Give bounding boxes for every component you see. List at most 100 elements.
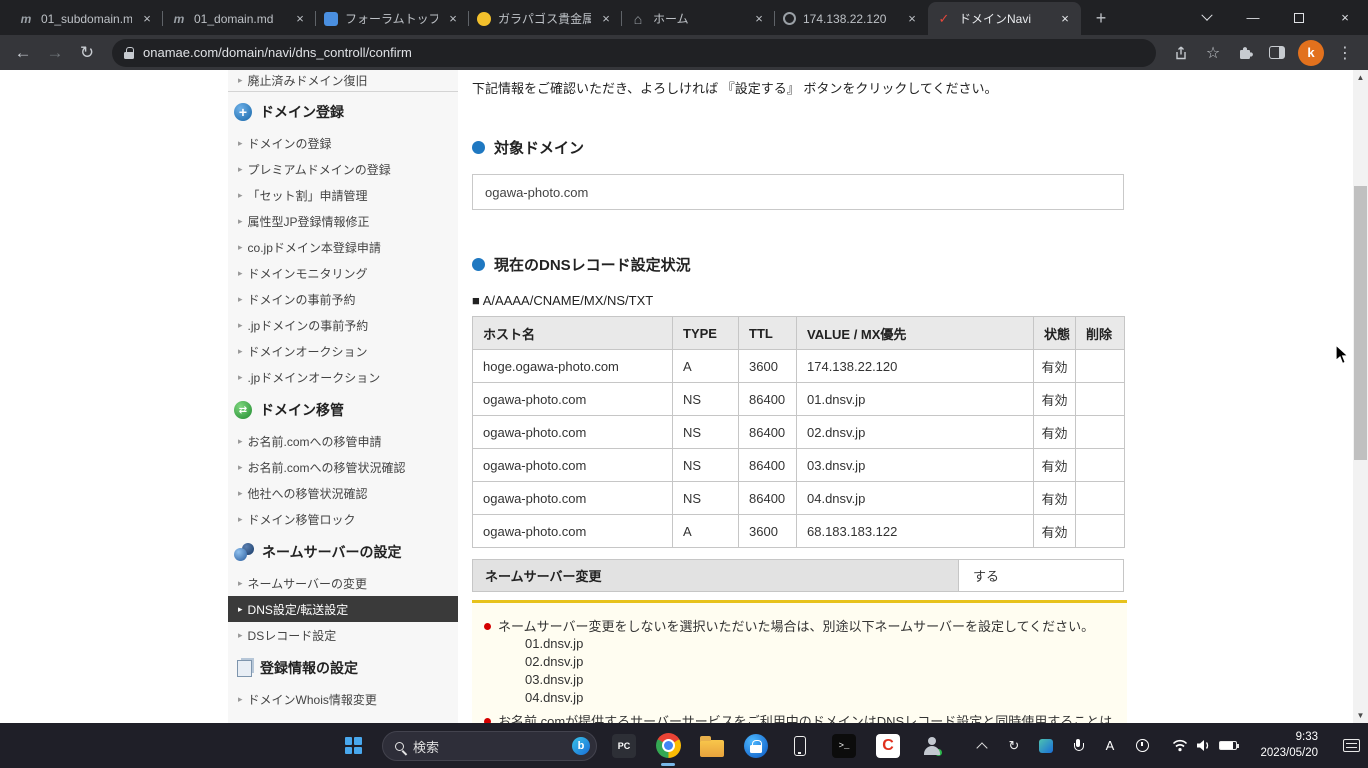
- sidebar-item-label: お名前.comへの移管状況確認: [248, 459, 406, 476]
- section-title-label: 対象ドメイン: [494, 137, 584, 158]
- close-icon[interactable]: ×: [292, 11, 308, 27]
- taskbar-app-lock[interactable]: [734, 723, 778, 768]
- menu-kebab-icon[interactable]: ⋮: [1330, 38, 1360, 68]
- taskbar-app-c[interactable]: C: [866, 723, 910, 768]
- sidebar-item[interactable]: ▸ドメインオークション: [228, 338, 458, 364]
- forward-button[interactable]: →: [40, 38, 70, 68]
- blue-bullet-icon: [472, 258, 485, 271]
- start-button[interactable]: [332, 723, 374, 768]
- new-tab-button[interactable]: +: [1087, 4, 1115, 32]
- refresh-button[interactable]: ↻: [72, 38, 102, 68]
- close-icon[interactable]: ×: [1057, 11, 1073, 27]
- taskbar-app-contacts[interactable]: [910, 723, 954, 768]
- tab-domain-navi[interactable]: ドメインNavi ×: [928, 2, 1081, 35]
- cell-value: 01.dnsv.jp: [797, 383, 1034, 416]
- sidebar-item[interactable]: ▸DSレコード設定: [228, 622, 458, 648]
- touch-keyboard-button[interactable]: [1336, 723, 1366, 768]
- cell-ttl: 3600: [739, 515, 797, 548]
- table-row: ogawa-photo.com NS 86400 04.dnsv.jp 有効: [473, 482, 1125, 515]
- lock-icon[interactable]: [124, 47, 134, 59]
- tab-domain-md[interactable]: 01_domain.md ×: [163, 2, 316, 35]
- tab-ip-address[interactable]: 174.138.22.120 ×: [775, 2, 928, 35]
- tray-show-hidden-icons[interactable]: [966, 723, 998, 768]
- minimize-button[interactable]: —: [1230, 0, 1276, 35]
- plus-circle-icon: +: [234, 103, 252, 121]
- taskbar-app-terminal[interactable]: >_: [822, 723, 866, 768]
- share-icon[interactable]: [1166, 38, 1196, 68]
- maximize-button[interactable]: [1276, 0, 1322, 35]
- cell-type: A: [673, 515, 739, 548]
- taskbar-search[interactable]: 検索 b: [382, 731, 597, 761]
- sidebar-item-label: 廃止済みドメイン復旧: [248, 72, 368, 89]
- close-icon[interactable]: ×: [139, 11, 155, 27]
- bookmark-star-icon[interactable]: ☆: [1198, 38, 1228, 68]
- profile-avatar[interactable]: k: [1298, 40, 1324, 66]
- sidebar-item[interactable]: ▸ネームサーバーの変更: [228, 570, 458, 596]
- sidebar-item[interactable]: ▸属性型JP登録情報修正: [228, 208, 458, 234]
- side-panel-icon[interactable]: [1262, 38, 1292, 68]
- close-window-button[interactable]: ×: [1322, 0, 1368, 35]
- cell-status: 有効: [1034, 383, 1076, 416]
- tray-app-icon[interactable]: [1030, 723, 1062, 768]
- address-bar[interactable]: onamae.com/domain/navi/dns_controll/conf…: [112, 39, 1156, 67]
- sidebar-item[interactable]: ▸ドメインモニタリング: [228, 260, 458, 286]
- tab-title: ガラパゴス貴金属/: [498, 10, 591, 27]
- scroll-up-icon[interactable]: ▲: [1353, 70, 1368, 85]
- close-icon[interactable]: ×: [445, 11, 461, 27]
- target-domain-value: ogawa-photo.com: [485, 185, 588, 200]
- extensions-puzzle-icon[interactable]: [1230, 38, 1260, 68]
- status-dot: [935, 749, 942, 756]
- sidebar-item-restore-domain[interactable]: ▸ 廃止済みドメイン復旧: [228, 70, 458, 92]
- sidebar-item[interactable]: ▸ドメイン移管ロック: [228, 506, 458, 532]
- nameserver-change-value: する: [959, 559, 1124, 592]
- nameserver-item: 04.dnsv.jp: [525, 689, 1117, 707]
- chevron-right-icon: ▸: [238, 630, 243, 641]
- tab-search-chevron-icon[interactable]: [1184, 0, 1230, 35]
- tab-galapagos[interactable]: ガラパゴス貴金属/ ×: [469, 2, 622, 35]
- tray-sync-icon[interactable]: ↻: [998, 723, 1030, 768]
- sidebar-item[interactable]: ▸.jpドメインオークション: [228, 364, 458, 390]
- close-icon[interactable]: ×: [598, 11, 614, 27]
- sidebar-item[interactable]: ▸お名前.comへの移管状況確認: [228, 454, 458, 480]
- taskbar-app-pc[interactable]: PC: [602, 723, 646, 768]
- sidebar-item[interactable]: ▸ドメインの事前予約: [228, 286, 458, 312]
- taskbar-app-explorer[interactable]: [690, 723, 734, 768]
- sidebar-section-title: ドメイン登録: [260, 102, 344, 122]
- sidebar-item[interactable]: ▸プレミアムドメインの登録: [228, 156, 458, 182]
- sidebar-item[interactable]: ▸ドメインWhois情報変更: [228, 686, 458, 712]
- sidebar-item[interactable]: ▸.jpドメインの事前予約: [228, 312, 458, 338]
- taskbar-clock[interactable]: 9:33 2023/05/20: [1246, 723, 1318, 768]
- chevron-right-icon: ▸: [238, 488, 243, 499]
- taskbar-app-chrome[interactable]: [646, 723, 690, 768]
- tray-ime-mode[interactable]: A: [1094, 723, 1126, 768]
- table-header-row: ホスト名 TYPE TTL VALUE / MX優先 状態 削除: [473, 317, 1125, 350]
- tray-clock-app[interactable]: [1126, 723, 1158, 768]
- close-icon[interactable]: ×: [904, 11, 920, 27]
- nameserver-icon: [234, 543, 254, 561]
- notice-text: お名前.comが提供するサーバーサービスをご利用中のドメインはDNSレコード設定…: [498, 713, 1117, 723]
- close-icon[interactable]: ×: [751, 11, 767, 27]
- sidebar-item[interactable]: ▸お名前.comへの移管申請: [228, 428, 458, 454]
- sidebar-item[interactable]: ▸「セット割」申請管理: [228, 182, 458, 208]
- pc-app-icon: PC: [612, 734, 636, 758]
- taskbar-app-phone[interactable]: [778, 723, 822, 768]
- tray-status-group[interactable]: [1168, 723, 1241, 768]
- tab-forum[interactable]: フォーラムトップ - バ ×: [316, 2, 469, 35]
- tab-subdomain-md[interactable]: 01_subdomain.m ×: [10, 2, 163, 35]
- tray-microphone[interactable]: [1062, 723, 1094, 768]
- sidebar-item-dns-settings-active[interactable]: ▸DNS設定/転送設定: [228, 596, 458, 622]
- table-row: ogawa-photo.com A 3600 68.183.183.122 有効: [473, 515, 1125, 548]
- back-button[interactable]: ←: [8, 38, 38, 68]
- bing-icon: b: [572, 737, 590, 755]
- dns-records-table: ホスト名 TYPE TTL VALUE / MX優先 状態 削除 hoge.og…: [472, 316, 1125, 548]
- sidebar-item[interactable]: ▸co.jpドメイン本登録申請: [228, 234, 458, 260]
- sidebar-item[interactable]: ▸他社への移管状況確認: [228, 480, 458, 506]
- cell-delete: [1076, 449, 1125, 482]
- windows-taskbar: 検索 b PC >_ C ↻ A 9:33 2023/05/20: [0, 723, 1368, 768]
- tab-home[interactable]: ホーム ×: [622, 2, 775, 35]
- sidebar-item[interactable]: ▸ドメインの登録: [228, 130, 458, 156]
- scrollbar-thumb[interactable]: [1354, 186, 1367, 460]
- dns-status-heading: 現在のDNSレコード設定状況: [472, 254, 1128, 275]
- vertical-scrollbar[interactable]: ▲ ▼: [1353, 70, 1368, 723]
- scroll-down-icon[interactable]: ▼: [1353, 708, 1368, 723]
